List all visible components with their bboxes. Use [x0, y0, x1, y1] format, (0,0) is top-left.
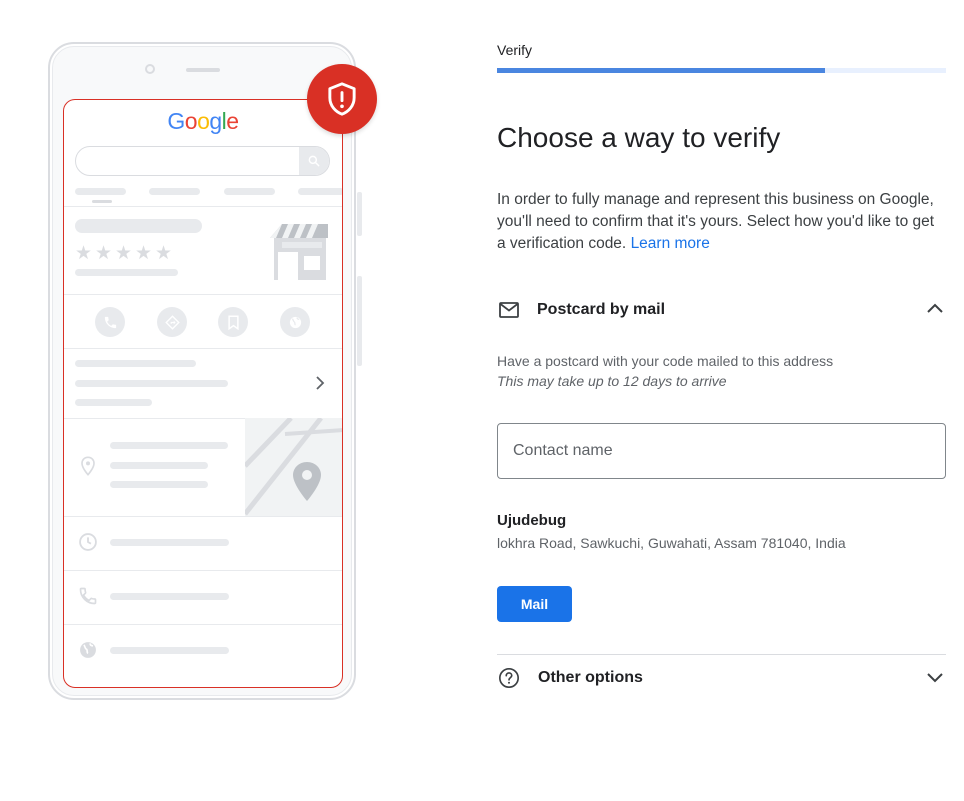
divider: [64, 624, 342, 625]
storefront-icon: [268, 222, 330, 287]
star-icon: ★: [115, 243, 133, 264]
business-address: lokhra Road, Sawkuchi, Guwahati, Assam 7…: [497, 535, 846, 551]
shield-alert-icon: [307, 64, 377, 134]
phone-icon: [78, 586, 98, 611]
google-logo-letter: o: [184, 108, 198, 134]
mock-title-line: [75, 219, 202, 233]
phone-side-button: [357, 276, 362, 366]
mock-search-bar: [75, 146, 330, 176]
map-thumbnail: [245, 418, 342, 516]
divider: [64, 206, 342, 207]
mock-tab-line: [75, 188, 126, 195]
intro-text: In order to fully manage and represent t…: [497, 189, 937, 255]
star-icon: ★: [155, 243, 173, 264]
divider: [64, 516, 342, 517]
delivery-note: This may take up to 12 days to arrive: [497, 373, 727, 389]
search-icon: [299, 147, 329, 175]
intro-body: In order to fully manage and represent t…: [497, 191, 935, 252]
mock-text-line: [110, 462, 208, 469]
mock-tab-line: [149, 188, 200, 195]
progress-bar: [497, 68, 946, 73]
google-logo-letter: g: [209, 108, 222, 134]
help-icon: [498, 667, 520, 689]
mail-icon: [499, 302, 519, 318]
mock-text-line: [75, 360, 196, 367]
star-icon: ★: [135, 243, 153, 264]
globe-icon: [78, 640, 98, 665]
progress-bar-fill: [497, 68, 825, 73]
step-label: Verify: [497, 42, 533, 58]
chevron-up-icon[interactable]: [926, 300, 944, 323]
google-logo-letter: G: [167, 108, 185, 134]
page-title: Choose a way to verify: [497, 122, 781, 153]
mock-text-line: [110, 539, 229, 546]
business-name: Ujudebug: [497, 512, 567, 529]
postcard-section-label: Postcard by mail: [537, 301, 666, 318]
divider: [64, 570, 342, 571]
google-logo-letter: e: [226, 108, 239, 134]
phone-screen: Google ★ ★ ★ ★ ★: [63, 99, 343, 688]
mock-text-line: [75, 269, 178, 276]
mock-tab-underline: [92, 200, 112, 203]
phone-side-button: [357, 192, 362, 236]
divider: [64, 348, 342, 349]
location-pin-icon: [80, 456, 96, 481]
google-logo: Google: [64, 108, 342, 135]
star-icon: ★: [75, 243, 93, 264]
mock-tab-line: [224, 188, 275, 195]
chevron-right-icon: [314, 376, 326, 395]
mock-text-line: [110, 647, 229, 654]
phone-icon: [95, 307, 125, 337]
star-icon: ★: [95, 243, 113, 264]
mock-tab-line: [298, 188, 342, 195]
mock-text-line: [110, 481, 208, 488]
google-logo-letter: o: [197, 108, 210, 134]
mock-text-line: [75, 399, 152, 406]
mock-text-line: [110, 442, 228, 449]
globe-icon: [280, 307, 310, 337]
mock-text-line: [75, 380, 228, 387]
postcard-section-header[interactable]: Postcard by mail: [497, 294, 946, 326]
other-options-label: Other options: [538, 669, 643, 686]
mail-button[interactable]: Mail: [497, 586, 572, 622]
directions-icon: [157, 307, 187, 337]
clock-icon: [78, 532, 98, 557]
bookmark-icon: [218, 307, 248, 337]
contact-name-input[interactable]: [497, 423, 946, 479]
divider: [64, 294, 342, 295]
section-divider: [497, 654, 946, 655]
phone-speaker: [186, 68, 220, 72]
other-options-header[interactable]: Other options: [497, 662, 946, 694]
postcard-description-text: Have a postcard with your code mailed to…: [497, 353, 834, 369]
phone-illustration: Google ★ ★ ★ ★ ★: [0, 0, 420, 720]
phone-camera: [145, 64, 155, 74]
chevron-down-icon[interactable]: [926, 668, 944, 691]
learn-more-link[interactable]: Learn more: [631, 235, 710, 252]
mock-text-line: [110, 593, 229, 600]
postcard-description: Have a postcard with your code mailed to…: [497, 351, 833, 391]
